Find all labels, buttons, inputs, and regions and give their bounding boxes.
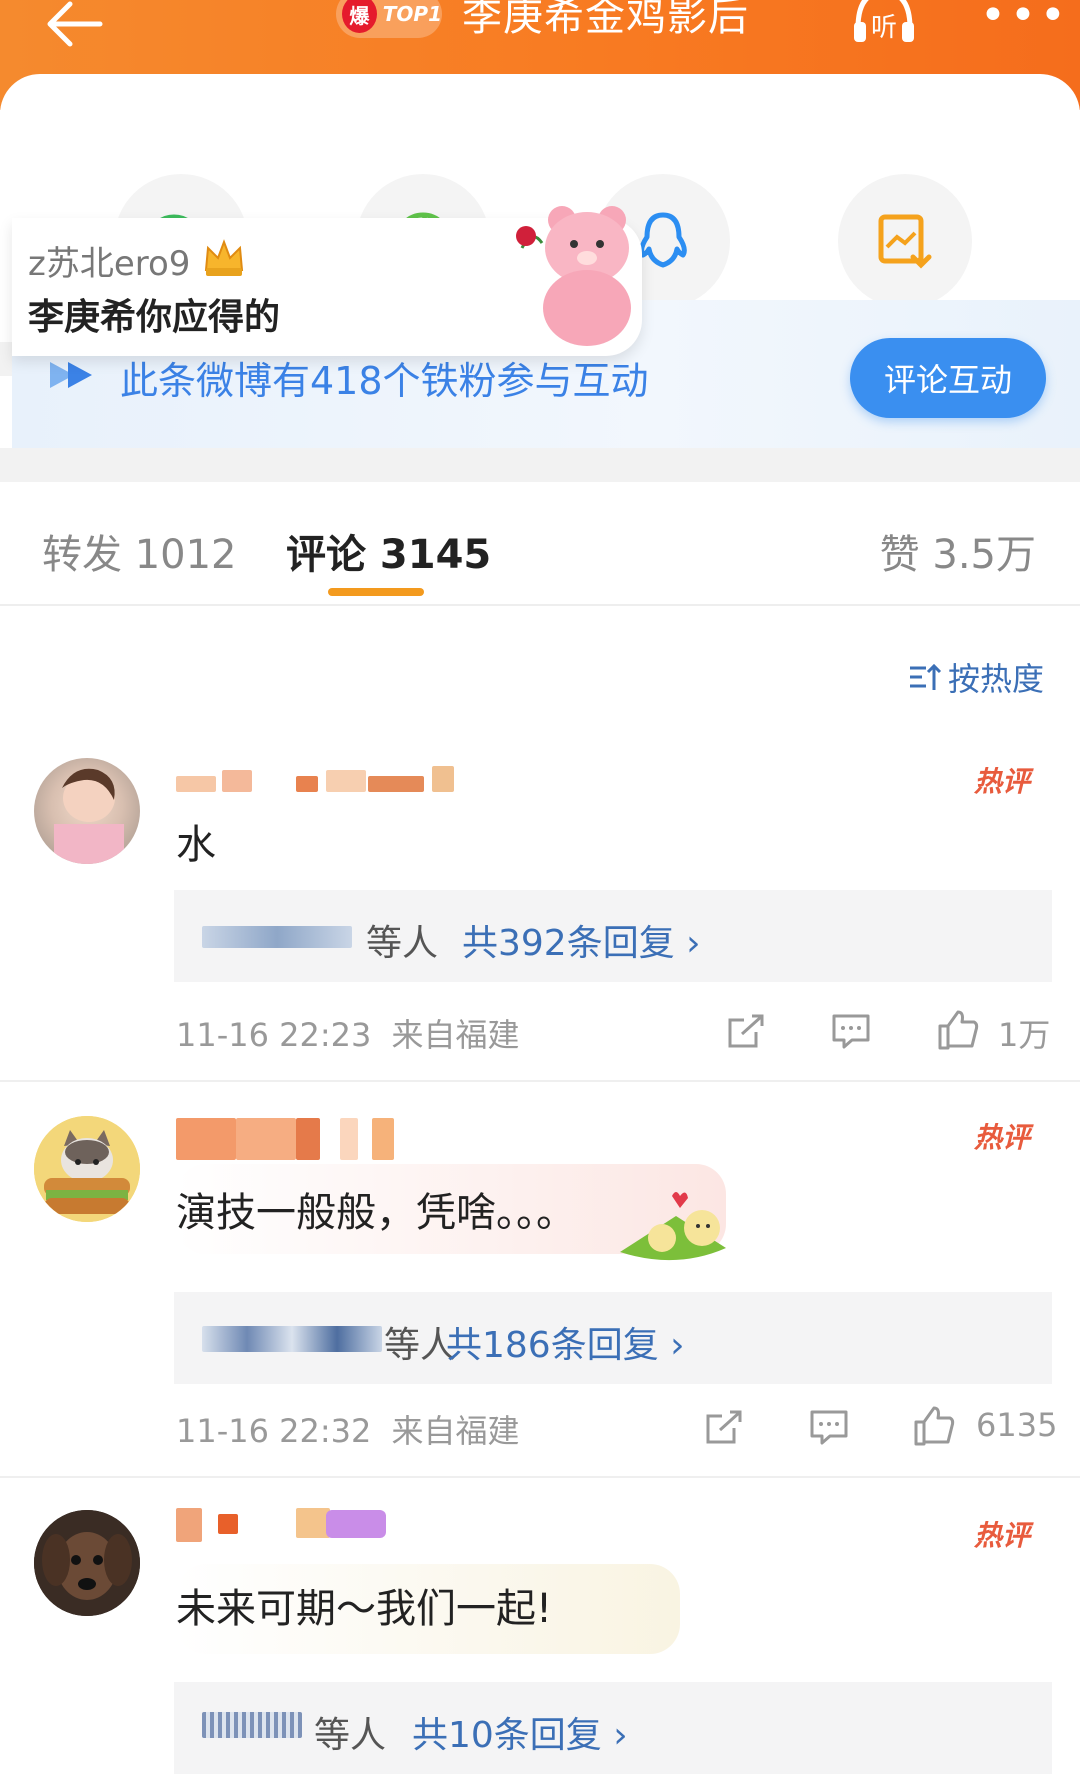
- popup-username: z苏北ero9: [28, 244, 191, 284]
- bear-sticker-icon: [516, 206, 631, 346]
- username-blurred[interactable]: [176, 1118, 416, 1162]
- like-count: 6135: [976, 1406, 1058, 1444]
- tabs-bar: 转发 1012 评论 3145 赞 3.5万: [0, 482, 1080, 606]
- avatar[interactable]: [34, 1510, 140, 1616]
- replies-preview[interactable]: 等人 共186条回复 ›: [174, 1292, 1052, 1384]
- comment-meta: 11-16 22:32 来自福建: [176, 1406, 520, 1452]
- comment-time: 11-16 22:23: [176, 1016, 372, 1054]
- crown-icon: [204, 239, 244, 276]
- zongzi-sticker-icon: [620, 1192, 726, 1261]
- avatar-image: [34, 1116, 140, 1222]
- reply-users: 等人: [366, 923, 439, 964]
- reply-count-link[interactable]: 共186条回复 ›: [446, 1316, 685, 1368]
- svg-text:听: 听: [871, 13, 897, 43]
- back-arrow-icon[interactable]: [40, 0, 110, 54]
- chevron-right-icon: [50, 362, 92, 388]
- comment-meta: 11-16 22:23 来自福建: [176, 1010, 520, 1056]
- avatar-image: [54, 768, 124, 864]
- hot-comment-badge: 热评: [974, 1519, 1031, 1552]
- reply-count-link[interactable]: 共10条回复 ›: [412, 1706, 628, 1758]
- sort-label: 按热度: [948, 660, 1045, 698]
- page-title: 李庚希金鸡影后: [462, 0, 749, 40]
- save-image-icon: [878, 214, 932, 269]
- thumbs-up-icon[interactable]: [936, 1008, 980, 1050]
- active-tab-indicator: [328, 588, 424, 596]
- section-gap: [0, 448, 1080, 482]
- comment-text: 演技一般般，凭啥。。。: [176, 1190, 576, 1236]
- divider: [0, 1476, 1080, 1478]
- comment-text: 未来可期～我们一起!: [176, 1586, 553, 1632]
- sort-icon: [910, 663, 942, 690]
- avatar-image: [34, 1510, 140, 1616]
- save-image-button[interactable]: [838, 174, 972, 308]
- hot-rank-badge[interactable]: 爆 TOP1: [336, 0, 442, 38]
- comment-interact-button[interactable]: 评论互动: [850, 338, 1046, 418]
- divider: [0, 1080, 1080, 1082]
- replies-preview[interactable]: 等人 共392条回复 ›: [174, 890, 1052, 982]
- username-blurred[interactable]: [176, 756, 476, 800]
- like-count: 1万: [998, 1016, 1051, 1054]
- rank-label: TOP1: [382, 2, 442, 26]
- user-popup[interactable]: z苏北ero9 李庚希你应得的: [12, 206, 642, 356]
- replies-preview[interactable]: 等人 共10条回复 ›: [174, 1682, 1052, 1774]
- comment-text: 水: [176, 822, 216, 868]
- avatar[interactable]: [34, 758, 140, 864]
- avatar[interactable]: [34, 1116, 140, 1222]
- share-icon[interactable]: [704, 1408, 744, 1446]
- thumbs-up-icon[interactable]: [912, 1404, 956, 1446]
- comment-time: 11-16 22:32: [176, 1412, 372, 1450]
- popup-message: 李庚希你应得的: [28, 297, 281, 338]
- comment-location: 来自福建: [391, 1412, 520, 1450]
- tab-repost[interactable]: 转发 1012: [42, 522, 237, 580]
- hot-comment-badge: 热评: [974, 1121, 1031, 1154]
- comment-icon[interactable]: [830, 1012, 872, 1050]
- reply-users: 等人: [314, 1715, 387, 1756]
- hot-icon: 爆: [342, 0, 377, 33]
- tab-like[interactable]: 赞 3.5万: [880, 522, 1036, 580]
- share-icon[interactable]: [726, 1012, 766, 1050]
- hot-comment-badge: 热评: [974, 765, 1031, 798]
- sort-by-hot[interactable]: 按热度: [908, 654, 1044, 700]
- comment-icon[interactable]: [808, 1408, 850, 1446]
- username-blurred[interactable]: [176, 1506, 396, 1550]
- fans-banner-text: 此条微博有418个铁粉参与互动: [120, 359, 649, 403]
- reply-count-link[interactable]: 共392条回复 ›: [462, 914, 701, 966]
- more-menu-icon[interactable]: •••: [980, 0, 1070, 41]
- comment-location: 来自福建: [391, 1016, 520, 1054]
- listen-headphones-icon[interactable]: 听: [848, 0, 920, 46]
